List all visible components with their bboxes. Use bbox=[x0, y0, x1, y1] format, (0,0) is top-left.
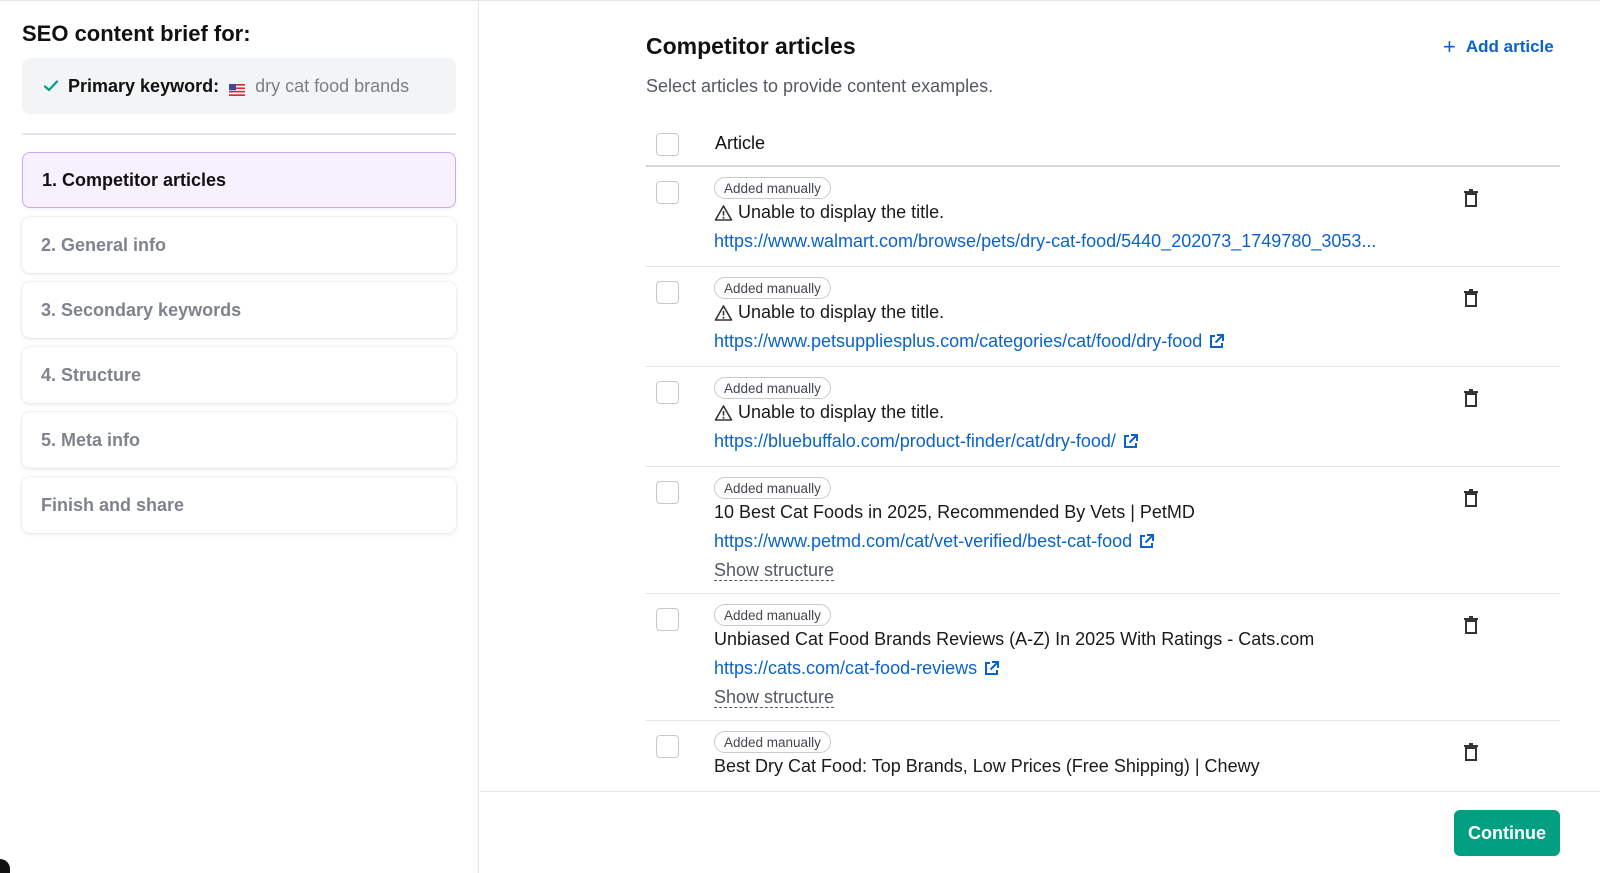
us-flag-icon bbox=[229, 80, 246, 96]
sidebar-heading: SEO content brief for: bbox=[22, 21, 251, 46]
footer-bar: Continue bbox=[480, 791, 1600, 873]
window-corner bbox=[0, 859, 10, 873]
added-manually-badge: Added manually bbox=[714, 277, 831, 299]
table-row: Added manually Best Dry Cat Food: Top Br… bbox=[646, 721, 1560, 791]
trash-icon[interactable] bbox=[1464, 743, 1478, 761]
select-all-checkbox[interactable] bbox=[656, 133, 679, 156]
external-link-icon bbox=[1122, 433, 1139, 450]
article-url-link[interactable]: https://www.petsuppliesplus.com/categori… bbox=[714, 331, 1225, 352]
article-url-link[interactable]: https://cats.com/cat-food-reviews bbox=[714, 658, 1000, 679]
article-title-text: 10 Best Cat Foods in 2025, Recommended B… bbox=[714, 502, 1195, 522]
warning-icon bbox=[714, 204, 733, 222]
article-title-text: Unbiased Cat Food Brands Reviews (A-Z) I… bbox=[714, 629, 1315, 649]
show-structure-link[interactable]: Show structure bbox=[714, 687, 835, 708]
added-manually-badge: Added manually bbox=[714, 477, 831, 499]
article-title: Unbiased Cat Food Brands Reviews (A-Z) I… bbox=[714, 629, 1314, 650]
primary-keyword-box: Primary keyword: dry cat food brands bbox=[22, 58, 456, 114]
step-label: 3. Secondary keywords bbox=[41, 299, 242, 320]
row-checkbox[interactable] bbox=[656, 608, 679, 631]
check-icon bbox=[42, 77, 60, 95]
trash-icon[interactable] bbox=[1464, 616, 1478, 634]
trash-icon[interactable] bbox=[1464, 189, 1478, 207]
step-meta-info[interactable]: 5. Meta info bbox=[22, 412, 456, 468]
article-title-text: Unable to display the title. bbox=[738, 302, 945, 322]
external-link-icon bbox=[1208, 333, 1225, 350]
step-structure[interactable]: 4. Structure bbox=[22, 347, 456, 403]
added-manually-badge: Added manually bbox=[714, 177, 831, 199]
article-title-text: Unable to display the title. bbox=[738, 402, 945, 422]
external-link-icon bbox=[1138, 533, 1155, 550]
row-checkbox[interactable] bbox=[656, 181, 679, 204]
article-title: Unable to display the title. bbox=[714, 402, 944, 423]
table-row: Added manually Unable to display the tit… bbox=[646, 167, 1560, 267]
row-checkbox[interactable] bbox=[656, 735, 679, 758]
row-checkbox[interactable] bbox=[656, 381, 679, 404]
article-title: Unable to display the title. bbox=[714, 202, 944, 223]
continue-button[interactable]: Continue bbox=[1454, 810, 1560, 856]
step-general-info[interactable]: 2. General info bbox=[22, 217, 456, 273]
sidebar: SEO content brief for: Primary keyword: … bbox=[0, 1, 479, 873]
plus-icon: + bbox=[1443, 34, 1456, 59]
page-subtitle: Select articles to provide content examp… bbox=[646, 76, 994, 96]
added-manually-badge: Added manually bbox=[714, 377, 831, 399]
step-finish-and-share[interactable]: Finish and share bbox=[22, 477, 456, 533]
article-url-text: https://www.walmart.com/browse/pets/dry-… bbox=[714, 231, 1377, 251]
primary-keyword-value: dry cat food brands bbox=[255, 75, 410, 96]
step-competitor-articles[interactable]: 1. Competitor articles bbox=[22, 152, 456, 208]
primary-keyword-label: Primary keyword: bbox=[68, 75, 220, 96]
trash-icon[interactable] bbox=[1464, 389, 1478, 407]
added-manually-badge: Added manually bbox=[714, 731, 831, 753]
article-title: Unable to display the title. bbox=[714, 302, 944, 323]
table-row: Added manually Unable to display the tit… bbox=[646, 367, 1560, 467]
step-label: Finish and share bbox=[41, 494, 185, 515]
row-checkbox[interactable] bbox=[656, 481, 679, 504]
article-url-text: https://bluebuffalo.com/product-finder/c… bbox=[714, 431, 1116, 451]
article-url-text: https://cats.com/cat-food-reviews bbox=[714, 658, 978, 678]
added-manually-badge: Added manually bbox=[714, 604, 831, 626]
article-title: Best Dry Cat Food: Top Brands, Low Price… bbox=[714, 756, 1260, 777]
article-title: 10 Best Cat Foods in 2025, Recommended B… bbox=[714, 502, 1195, 523]
articles-list[interactable]: Added manually Unable to display the tit… bbox=[646, 167, 1560, 791]
app-window: SEO content brief for: Primary keyword: … bbox=[0, 0, 1600, 873]
trash-icon[interactable] bbox=[1464, 489, 1478, 507]
article-url-link[interactable]: https://www.petmd.com/cat/vet-verified/b… bbox=[714, 531, 1155, 552]
step-secondary-keywords[interactable]: 3. Secondary keywords bbox=[22, 282, 456, 338]
table-row: Added manually Unable to display the tit… bbox=[646, 267, 1560, 367]
article-url-text: https://www.petmd.com/cat/vet-verified/b… bbox=[714, 531, 1133, 551]
add-article-label: Add article bbox=[1465, 37, 1554, 56]
article-url-link[interactable]: https://www.walmart.com/browse/pets/dry-… bbox=[714, 231, 1376, 252]
article-url-text: https://www.petsuppliesplus.com/categori… bbox=[714, 331, 1203, 351]
warning-icon bbox=[714, 304, 733, 322]
step-label: 1. Competitor articles bbox=[42, 169, 227, 190]
warning-icon bbox=[714, 404, 733, 422]
column-header-article: Article bbox=[715, 133, 766, 153]
article-title-text: Best Dry Cat Food: Top Brands, Low Price… bbox=[714, 756, 1260, 776]
articles-table-header-wrap: Article bbox=[646, 123, 1560, 167]
main-panel: Competitor articles + Add article Select… bbox=[480, 1, 1600, 873]
article-title-text: Unable to display the title. bbox=[738, 202, 945, 222]
show-structure-link[interactable]: Show structure bbox=[714, 560, 835, 581]
step-label: 5. Meta info bbox=[41, 429, 141, 450]
add-article-button[interactable]: + Add article bbox=[1443, 34, 1554, 59]
step-label: 4. Structure bbox=[41, 364, 142, 385]
page-title: Competitor articles bbox=[646, 33, 856, 59]
table-row: Added manually Unbiased Cat Food Brands … bbox=[646, 594, 1560, 721]
table-row: Added manually 10 Best Cat Foods in 2025… bbox=[646, 467, 1560, 594]
trash-icon[interactable] bbox=[1464, 289, 1478, 307]
article-url-link[interactable]: https://bluebuffalo.com/product-finder/c… bbox=[714, 431, 1139, 452]
table-header: Article bbox=[646, 123, 1560, 167]
sidebar-divider bbox=[22, 133, 456, 135]
external-link-icon bbox=[983, 660, 1000, 677]
step-label: 2. General info bbox=[41, 234, 167, 255]
row-checkbox[interactable] bbox=[656, 281, 679, 304]
